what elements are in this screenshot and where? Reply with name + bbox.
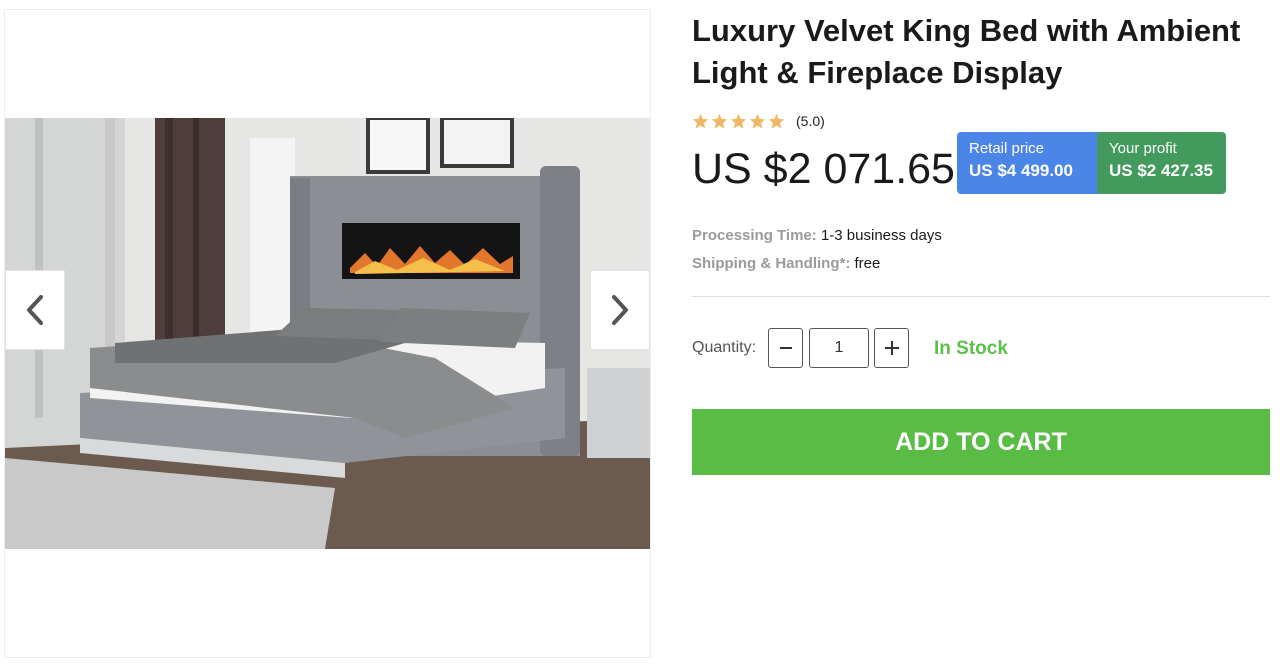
quantity-selector: Quantity: In Stock (692, 328, 1270, 368)
profit-label: Your profit (1109, 140, 1177, 157)
product-title: Luxury Velvet King Bed with Ambient Ligh… (692, 13, 1241, 90)
shipping-value: free (854, 255, 881, 272)
gallery-next-button[interactable] (590, 270, 650, 350)
processing-time-value: 1-3 business days (820, 227, 942, 244)
star-icon (692, 113, 709, 129)
rating-value: (5.0) (796, 113, 825, 129)
divider (692, 296, 1270, 297)
quantity-input[interactable] (809, 328, 869, 368)
star-icon (749, 113, 766, 129)
profit-badge: Your profit US $2 427.35 (1097, 132, 1226, 194)
gallery-prev-button[interactable] (5, 270, 65, 350)
star-icon (768, 113, 785, 129)
minus-icon (779, 347, 792, 349)
profit-value: US $2 427.35 (1109, 161, 1213, 180)
retail-price-value: US $4 499.00 (969, 161, 1073, 180)
star-icon (730, 113, 747, 129)
stock-status: In Stock (934, 338, 1008, 359)
product-price: US $2 071.65 (692, 145, 955, 193)
chevron-right-icon (612, 295, 628, 325)
quantity-label: Quantity: (692, 339, 757, 356)
product-rating: (5.0) (692, 112, 825, 130)
plus-icon (884, 341, 899, 355)
processing-time-label: Processing Time: (692, 227, 817, 244)
add-to-cart-button[interactable]: ADD TO CART (692, 409, 1270, 475)
rating-stars (692, 113, 785, 129)
star-icon (711, 113, 728, 129)
retail-price-badge: Retail price US $4 499.00 (957, 132, 1115, 194)
shipping-info: Shipping & Handling*: free (692, 255, 880, 273)
shipping-label: Shipping & Handling*: (692, 255, 851, 272)
product-image (5, 118, 650, 549)
chevron-left-icon (27, 295, 43, 325)
product-gallery (4, 9, 651, 658)
processing-time: Processing Time: 1-3 business days (692, 227, 942, 245)
quantity-decrease-button[interactable] (768, 328, 803, 368)
quantity-increase-button[interactable] (874, 328, 909, 368)
retail-price-label: Retail price (969, 140, 1045, 157)
